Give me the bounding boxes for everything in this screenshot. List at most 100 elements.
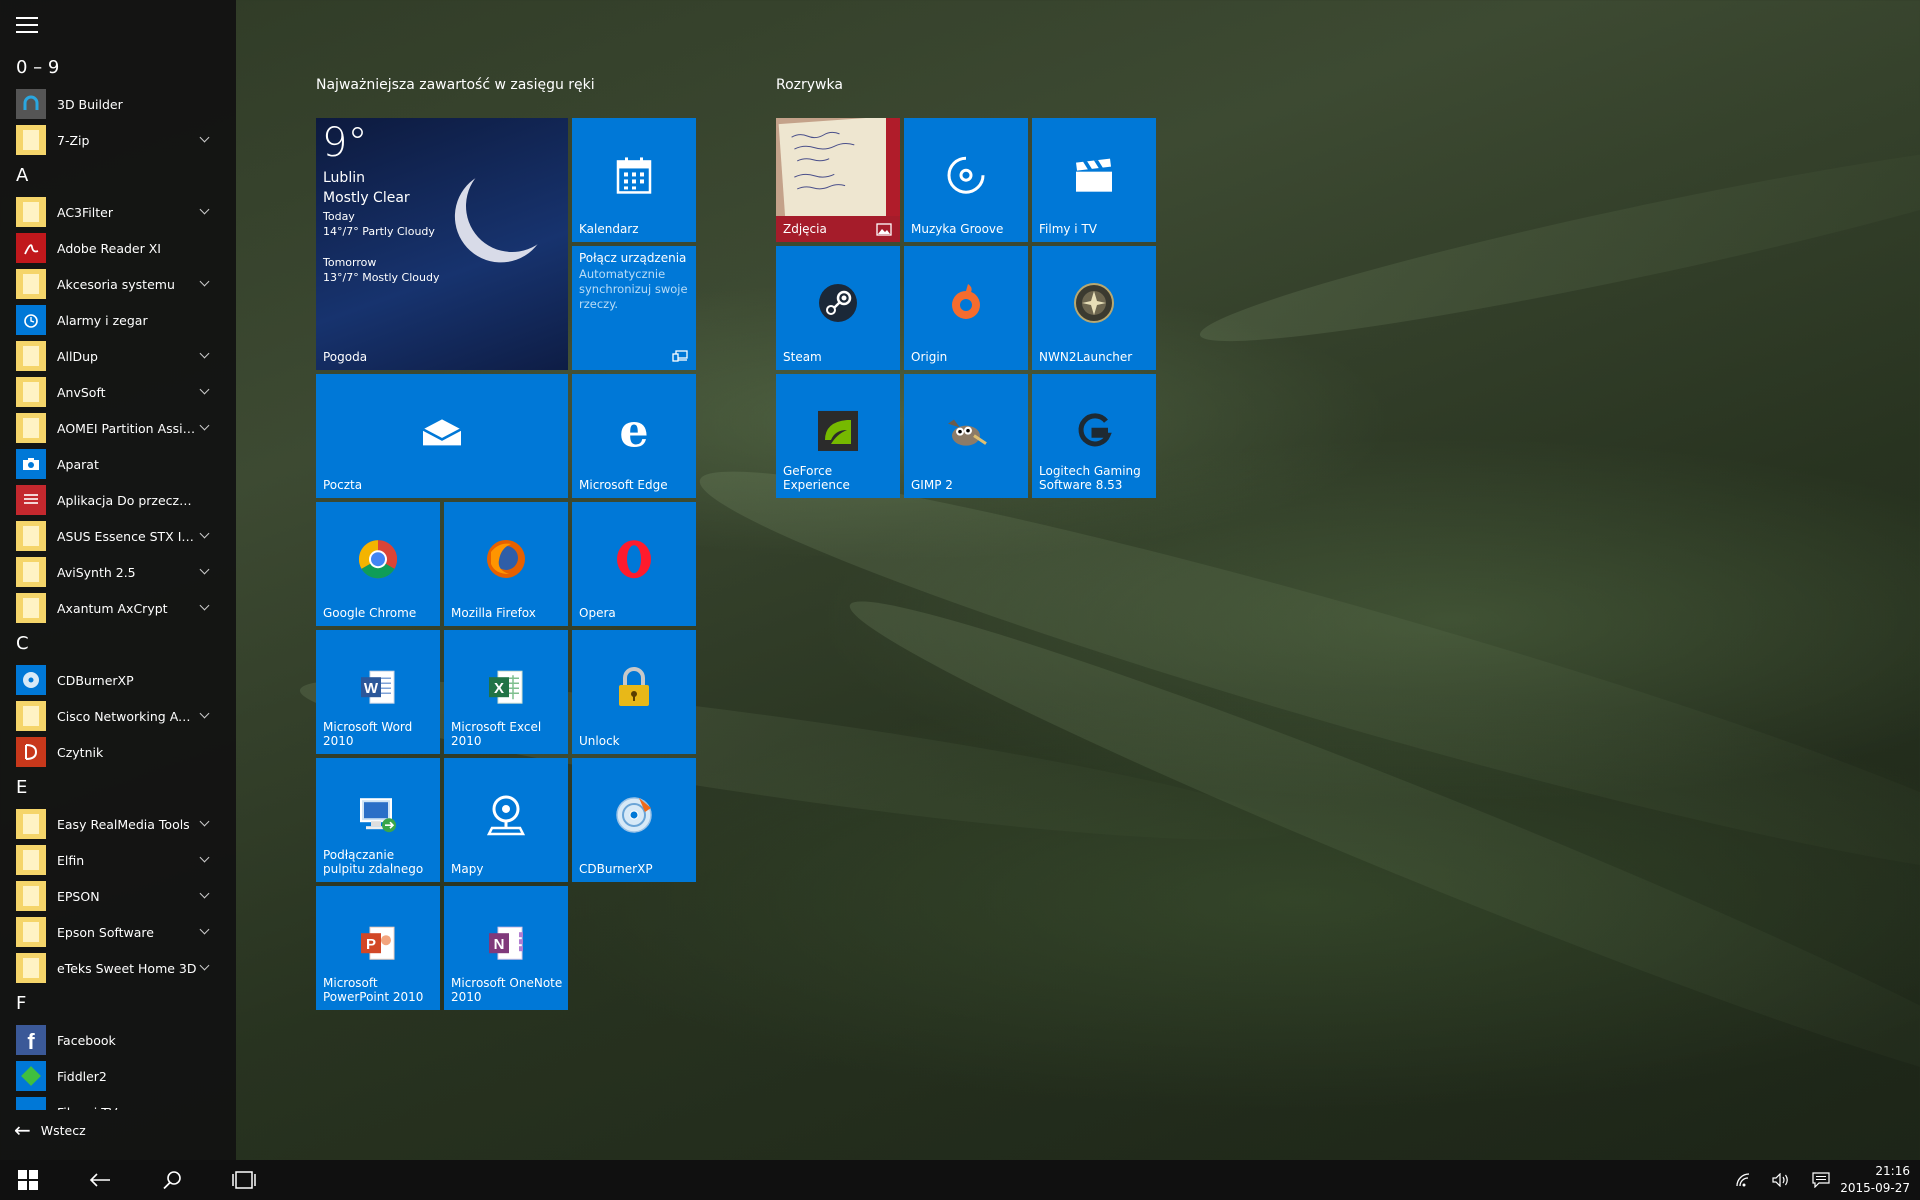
app-list-item[interactable]: eTeks Sweet Home 3D (0, 950, 236, 986)
chevron-down-icon[interactable] (199, 528, 210, 539)
word-icon: W (361, 670, 395, 704)
app-list-item[interactable]: 3D Builder (0, 86, 236, 122)
app-list-item[interactable]: Axantum AxCrypt (0, 590, 236, 626)
chevron-down-icon[interactable] (199, 348, 210, 359)
onenote-icon: N (489, 926, 523, 960)
chevron-down-icon[interactable] (199, 564, 210, 575)
chevron-down-icon[interactable] (199, 600, 210, 611)
tile-calendar[interactable]: Kalendarz (572, 118, 696, 242)
tile-geforce-experience[interactable]: GeForce Experience (776, 374, 900, 498)
chevron-down-icon[interactable] (199, 708, 210, 719)
photo-thumbnail (778, 118, 900, 224)
tile-microsoft-excel[interactable]: X Microsoft Excel 2010 (444, 630, 568, 754)
app-list-item[interactable]: ASUS Essence STX II Aud... (0, 518, 236, 554)
chevron-down-icon[interactable] (199, 852, 210, 863)
volume-icon[interactable] (1768, 1160, 1794, 1200)
chevron-down-icon[interactable] (199, 924, 210, 935)
tile-nwn2launcher[interactable]: NWN2Launcher (1032, 246, 1156, 370)
search-button[interactable] (148, 1160, 196, 1200)
chevron-down-icon[interactable] (199, 384, 210, 395)
all-apps-list[interactable]: 0 – 9 3D Builder 7-Zip A AC3Filter Adobe Read… (0, 50, 236, 1110)
group-letter-4[interactable]: F (0, 986, 236, 1022)
tile-microsoft-powerpoint[interactable]: P Microsoft PowerPoint 2010 (316, 886, 440, 1010)
app-list-item[interactable]: AnvSoft (0, 374, 236, 410)
group-letter-0[interactable]: 0 – 9 (0, 50, 236, 86)
back-button[interactable]: ← Wstecz (0, 1112, 86, 1148)
fiddler-icon (16, 1061, 46, 1091)
chevron-down-icon[interactable] (199, 204, 210, 215)
tile-microsoft-edge[interactable]: e Microsoft Edge (572, 374, 696, 498)
tile-unlock[interactable]: Unlock (572, 630, 696, 754)
tile-groove-music[interactable]: Muzyka Groove (904, 118, 1028, 242)
app-list-item[interactable]: Adobe Reader XI (0, 230, 236, 266)
svg-text:N: N (494, 936, 505, 953)
calendar-icon (616, 157, 652, 194)
app-list-item[interactable]: Czytnik (0, 734, 236, 770)
chevron-down-icon[interactable] (199, 888, 210, 899)
app-list-item[interactable]: Filmy i TV (0, 1094, 236, 1110)
taskbar-clock[interactable]: 21:16 2015-09-27 (1840, 1163, 1910, 1197)
network-icon[interactable] (1730, 1160, 1756, 1200)
tile-remote-desktop[interactable]: Podłączanie pulpitu zdalnego (316, 758, 440, 882)
tile-group-title-main[interactable]: Najważniejsza zawartość w zasięgu ręki (316, 77, 595, 93)
group-letter-2[interactable]: C (0, 626, 236, 662)
tile-origin[interactable]: Origin (904, 246, 1028, 370)
group-letter-1[interactable]: A (0, 158, 236, 194)
tile-cdburnerxp[interactable]: CDBurnerXP (572, 758, 696, 882)
app-list-item[interactable]: Fiddler2 (0, 1058, 236, 1094)
app-list-item[interactable]: EPSON (0, 878, 236, 914)
tile-maps[interactable]: Mapy (444, 758, 568, 882)
app-list-item[interactable]: Aparat (0, 446, 236, 482)
app-list-item[interactable]: Easy RealMedia Tools (0, 806, 236, 842)
tile-gimp[interactable]: GIMP 2 (904, 374, 1028, 498)
tile-logitech-gaming-software[interactable]: Logitech Gaming Software 8.53 (1032, 374, 1156, 498)
tile-microsoft-word[interactable]: W Microsoft Word 2010 (316, 630, 440, 754)
app-list-item[interactable]: AllDup (0, 338, 236, 374)
action-center-icon[interactable] (1806, 1160, 1836, 1200)
task-view-button[interactable] (220, 1160, 268, 1200)
app-name: CDBurnerXP (57, 672, 134, 688)
tile-photos[interactable]: Zdjęcia (776, 118, 900, 242)
chevron-down-icon[interactable] (199, 276, 210, 287)
app-list-item[interactable]: f Facebook (0, 1022, 236, 1058)
hamburger-icon[interactable] (16, 17, 38, 33)
tile-google-chrome[interactable]: Google Chrome (316, 502, 440, 626)
app-list-item[interactable]: Alarmy i zegar (0, 302, 236, 338)
svg-text:P: P (366, 936, 376, 953)
tile-weather[interactable]: 9° Lublin Mostly Clear Today 14°/7° Part… (316, 118, 568, 370)
facebook-icon: f (16, 1025, 46, 1055)
chevron-down-icon[interactable] (199, 816, 210, 827)
wifi-signal-icon (1736, 1173, 1750, 1187)
app-list-item[interactable]: Epson Software (0, 914, 236, 950)
app-list-item[interactable]: Aplikacja Do przeczytania (0, 482, 236, 518)
tile-steam[interactable]: Steam (776, 246, 900, 370)
tile-connect-devices[interactable]: Połącz urządzenia Automatycznie synchron… (572, 246, 696, 370)
opera-icon (617, 540, 651, 579)
taskbar-back-button[interactable] (76, 1160, 124, 1200)
app-list-item[interactable]: Akcesoria systemu (0, 266, 236, 302)
reading-list-icon (16, 485, 46, 515)
tile-label: Google Chrome (323, 606, 417, 620)
tile-group-title-entertainment[interactable]: Rozrywka (776, 77, 843, 93)
app-list-item[interactable]: 7-Zip (0, 122, 236, 158)
folder-icon (16, 593, 46, 623)
start-button[interactable] (4, 1160, 52, 1200)
tile-mail[interactable]: Poczta (316, 374, 568, 498)
app-list-item[interactable]: Elfin (0, 842, 236, 878)
app-list-item[interactable]: AOMEI Partition Assistan... (0, 410, 236, 446)
chevron-down-icon[interactable] (199, 132, 210, 143)
tile-mozilla-firefox[interactable]: Mozilla Firefox (444, 502, 568, 626)
app-list-item[interactable]: CDBurnerXP (0, 662, 236, 698)
tile-films-tv[interactable]: Filmy i TV (1032, 118, 1156, 242)
group-letter-3[interactable]: E (0, 770, 236, 806)
app-name: AnvSoft (57, 384, 106, 400)
app-list-item[interactable]: AC3Filter (0, 194, 236, 230)
app-list-item[interactable]: Cisco Networking Acade... (0, 698, 236, 734)
tile-microsoft-onenote[interactable]: N Microsoft OneNote 2010 (444, 886, 568, 1010)
chevron-down-icon[interactable] (199, 960, 210, 971)
powerpoint-icon: P (361, 926, 395, 960)
chevron-down-icon[interactable] (199, 420, 210, 431)
tile-opera[interactable]: Opera (572, 502, 696, 626)
app-list-item[interactable]: AviSynth 2.5 (0, 554, 236, 590)
tile-label: Microsoft Edge (579, 478, 668, 492)
